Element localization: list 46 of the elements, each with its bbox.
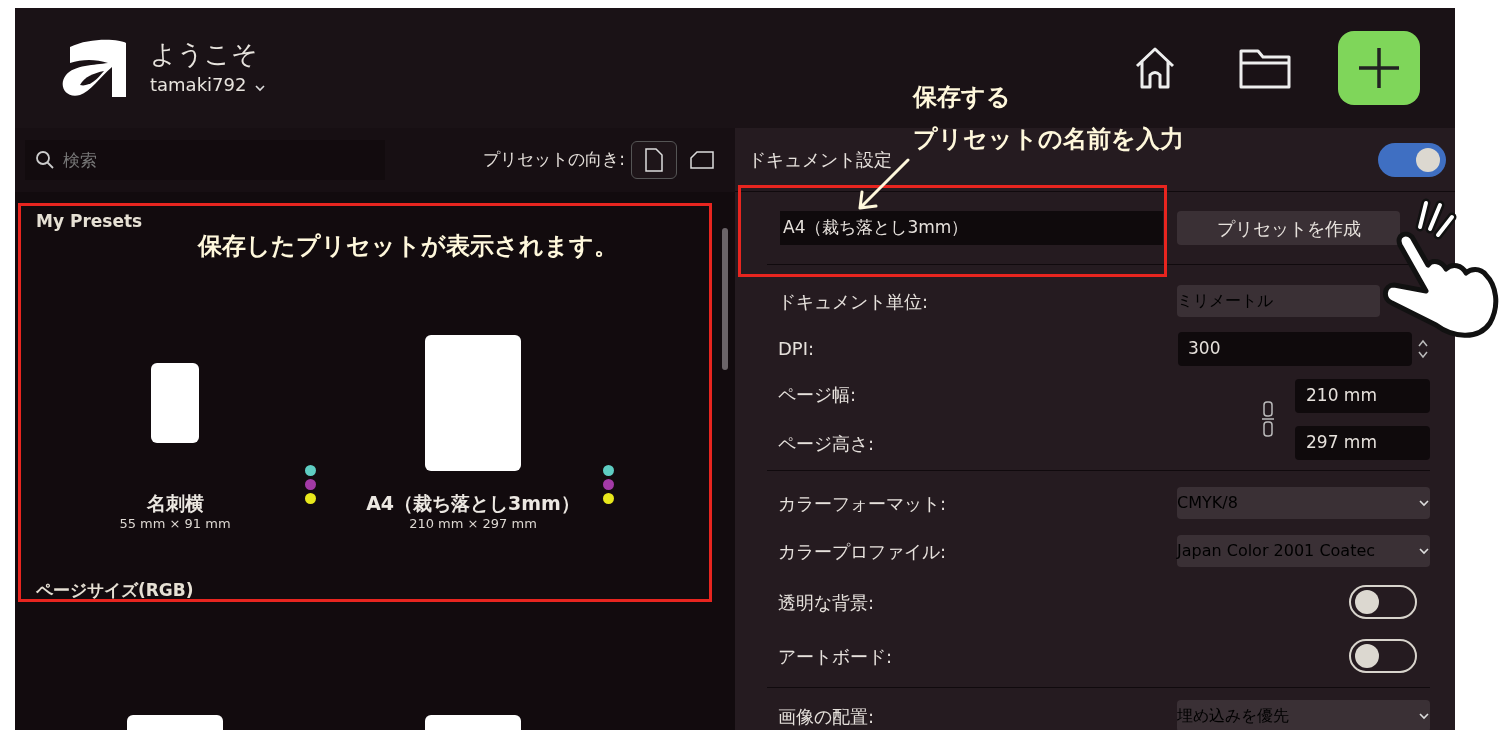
field-label: ページ幅: bbox=[778, 383, 858, 407]
chevron-down-icon bbox=[254, 84, 267, 93]
section-title: ページサイズ(RGB) bbox=[35, 580, 195, 602]
create-preset-button[interactable]: プリセットを作成 bbox=[1177, 211, 1400, 245]
greeting: ようこそ bbox=[150, 38, 259, 71]
panel-title: ドキュメント設定 bbox=[748, 148, 892, 172]
preset-name[interactable]: A4（裁ち落とし3mm） bbox=[366, 492, 580, 516]
annotation-text: 保存したプリセットが表示されます。 bbox=[198, 231, 618, 262]
chevron-down-icon bbox=[1418, 712, 1430, 720]
portrait-page-icon bbox=[645, 148, 663, 172]
field-label: ドキュメント単位: bbox=[778, 289, 929, 314]
orientation-label: プリセットの向き: bbox=[483, 148, 625, 172]
add-button[interactable] bbox=[1338, 31, 1420, 105]
spinner-icon[interactable] bbox=[1418, 337, 1428, 360]
chevron-down-icon bbox=[1418, 547, 1430, 555]
height-field[interactable]: 297 mm bbox=[1295, 425, 1430, 460]
toggle-switch[interactable] bbox=[1349, 639, 1417, 673]
preset-size: 210 mm × 297 mm bbox=[409, 516, 537, 533]
field-label: カラーフォーマット: bbox=[778, 491, 947, 516]
link-icon[interactable] bbox=[1261, 400, 1275, 438]
account-menu[interactable]: tamaki792 bbox=[150, 70, 267, 98]
annotation-text: プリセットの名前を入力 bbox=[913, 124, 1184, 154]
annotation-text: 保存する bbox=[913, 82, 1012, 112]
field-label: 透明な背景: bbox=[778, 590, 875, 615]
preset-name[interactable]: 名刺横 bbox=[146, 492, 204, 516]
section-title: My Presets bbox=[35, 211, 144, 233]
search-field[interactable]: 検索 bbox=[25, 140, 385, 180]
width-field[interactable]: 210 mm bbox=[1295, 378, 1430, 413]
field-label: カラープロファイル: bbox=[778, 539, 947, 564]
page-thumbnail[interactable] bbox=[151, 363, 199, 444]
landscape-page-icon bbox=[690, 151, 714, 169]
plus-icon bbox=[1357, 46, 1401, 90]
chevron-down-icon bbox=[1418, 499, 1430, 507]
search-icon bbox=[35, 150, 55, 170]
page-thumbnail[interactable] bbox=[425, 335, 521, 472]
preset-name-field[interactable]: A4（裁ち落とし3mm） bbox=[780, 211, 1163, 245]
field-label: ページ高さ: bbox=[778, 432, 876, 456]
scrollbar[interactable] bbox=[722, 228, 728, 370]
field-label: 画像の配置: bbox=[778, 704, 875, 729]
number-field[interactable]: 300 bbox=[1178, 331, 1412, 366]
toggle-switch[interactable] bbox=[1378, 142, 1446, 177]
toggle-switch[interactable] bbox=[1349, 585, 1417, 619]
field-label: アートボード: bbox=[778, 644, 893, 669]
preset-size: 55 mm × 91 mm bbox=[119, 516, 231, 533]
portrait-button[interactable] bbox=[631, 141, 677, 179]
field-label: DPI: bbox=[778, 337, 815, 361]
